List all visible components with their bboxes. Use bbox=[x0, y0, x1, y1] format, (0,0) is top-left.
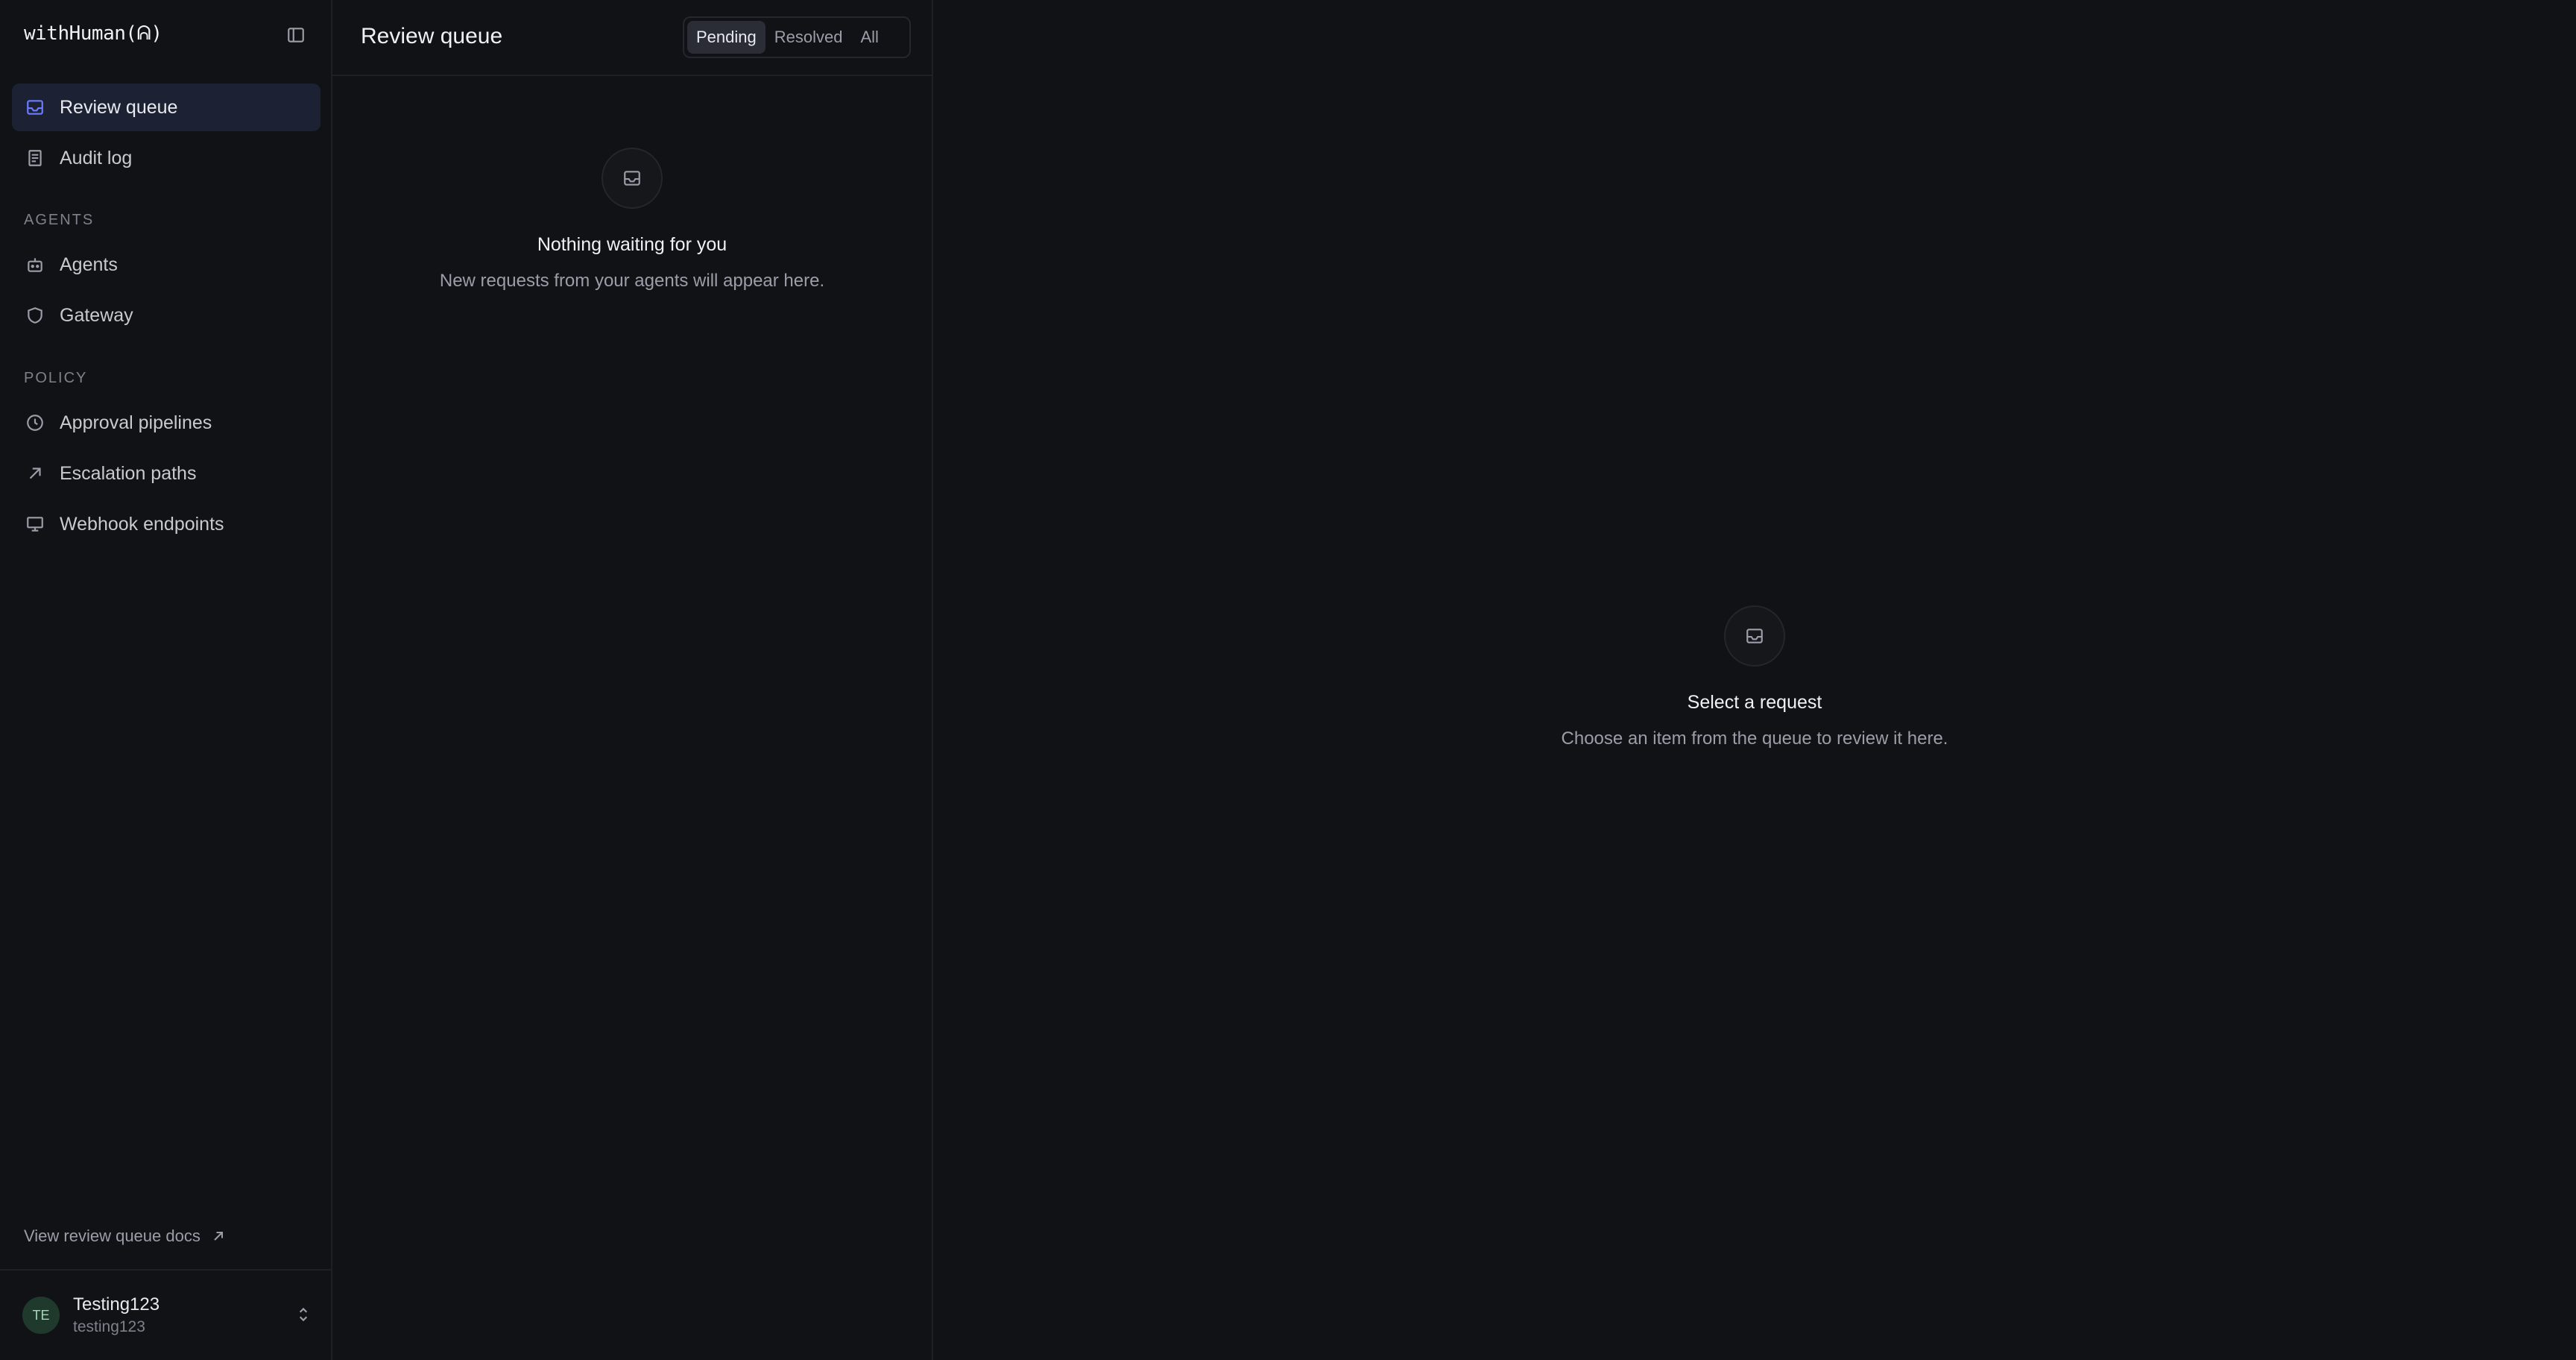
queue-empty-state: Nothing waiting for you New requests fro… bbox=[332, 148, 932, 292]
empty-title: Select a request bbox=[1687, 692, 1822, 713]
sidebar-item-label: Audit log bbox=[60, 147, 133, 169]
docs-link[interactable]: View review queue docs bbox=[24, 1227, 226, 1246]
user-handle: testing123 bbox=[73, 1318, 145, 1335]
sidebar-item-label: Approval pipelines bbox=[60, 412, 212, 433]
empty-subtitle: Choose an item from the queue to review … bbox=[1561, 728, 1948, 749]
empty-subtitle: New requests from your agents will appea… bbox=[439, 271, 825, 291]
user-name: Testing123 bbox=[73, 1294, 160, 1315]
document-icon bbox=[22, 145, 48, 171]
queue-header: Review queue Pending Resolved All bbox=[332, 0, 932, 76]
divider bbox=[0, 1269, 332, 1271]
filter-segmented-control: Pending Resolved All bbox=[683, 16, 911, 58]
review-queue-panel: Review queue Pending Resolved All Nothin… bbox=[332, 0, 933, 1360]
sidebar-toggle-icon bbox=[288, 28, 304, 42]
sidebar-item-label: Webhook endpoints bbox=[60, 513, 224, 535]
shield-icon bbox=[22, 303, 48, 328]
empty-title: Nothing waiting for you bbox=[537, 234, 727, 255]
docs-link-label: View review queue docs bbox=[24, 1227, 201, 1245]
sidebar-item-audit-log[interactable]: Audit log bbox=[12, 134, 321, 182]
sidebar-item-review-queue[interactable]: Review queue bbox=[12, 84, 321, 131]
page-title: Review queue bbox=[361, 24, 503, 48]
sidebar: withHuman(ᕱ) Review queue Audit log AGEN… bbox=[0, 0, 332, 1360]
collapse-sidebar-button[interactable] bbox=[283, 22, 309, 48]
inbox-icon bbox=[22, 95, 48, 120]
filter-pending-tab[interactable]: Pending bbox=[687, 21, 765, 54]
user-info: Testing123 testing123 bbox=[73, 1294, 160, 1336]
sidebar-item-webhook-endpoints[interactable]: Webhook endpoints bbox=[12, 500, 321, 548]
inbox-icon bbox=[1724, 605, 1785, 667]
user-menu[interactable]: TE Testing123 testing123 bbox=[22, 1293, 313, 1338]
clock-icon bbox=[22, 410, 48, 435]
arrow-up-right-icon bbox=[22, 461, 48, 486]
monitor-icon bbox=[22, 511, 48, 537]
sidebar-item-escalation-paths[interactable]: Escalation paths bbox=[12, 450, 321, 497]
section-label-agents: AGENTS bbox=[24, 212, 95, 228]
filter-resolved-tab[interactable]: Resolved bbox=[765, 21, 852, 54]
external-link-icon bbox=[214, 1232, 223, 1241]
sidebar-item-label: Agents bbox=[60, 254, 118, 275]
section-label-policy: POLICY bbox=[24, 370, 88, 386]
detail-panel: Select a request Choose an item from the… bbox=[933, 0, 2576, 1360]
filter-all-tab[interactable]: All bbox=[851, 21, 887, 54]
sidebar-item-label: Escalation paths bbox=[60, 462, 197, 484]
sidebar-item-label: Gateway bbox=[60, 304, 133, 326]
avatar: TE bbox=[22, 1297, 60, 1334]
sidebar-item-agents[interactable]: Agents bbox=[12, 241, 321, 289]
sidebar-item-approval-pipelines[interactable]: Approval pipelines bbox=[12, 399, 321, 447]
chevron-updown-icon bbox=[299, 1307, 308, 1322]
bot-icon bbox=[22, 252, 48, 277]
sidebar-item-label: Review queue bbox=[60, 96, 178, 118]
brand-logo: withHuman(ᕱ) bbox=[24, 22, 162, 45]
app-root: withHuman(ᕱ) Review queue Audit log AGEN… bbox=[0, 0, 2576, 1360]
inbox-icon bbox=[602, 148, 663, 209]
sidebar-item-gateway[interactable]: Gateway bbox=[12, 292, 321, 339]
detail-empty-state: Select a request Choose an item from the… bbox=[933, 605, 2576, 749]
